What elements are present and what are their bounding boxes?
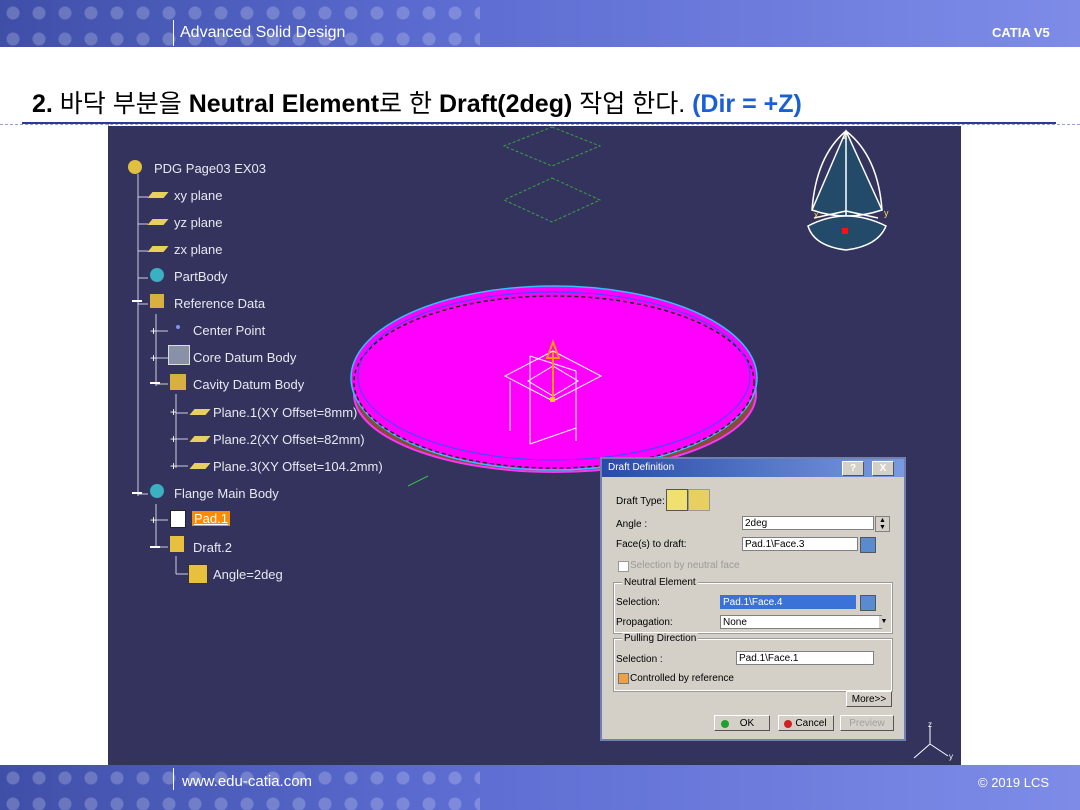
header-separator (173, 20, 174, 46)
draft-type-variable-icon[interactable] (688, 489, 710, 511)
point-icon (176, 325, 180, 329)
propagation-select[interactable]: None (720, 615, 882, 629)
geometrical-set-icon (150, 294, 164, 308)
expand-icon[interactable]: + (170, 406, 180, 418)
cancel-label: Cancel (795, 718, 827, 729)
tree-item-angle-param[interactable]: Angle=2deg (213, 567, 283, 582)
pulling-direction-label: Pulling Direction (622, 633, 699, 644)
tree-item-yz-plane[interactable]: yz plane (174, 215, 222, 230)
collapse-icon[interactable] (132, 492, 142, 494)
tree-item-center-point[interactable]: Center Point (193, 323, 265, 338)
tree-item-plane3[interactable]: Plane.3(XY Offset=104.2mm) (213, 459, 383, 474)
pulling-selection-label: Selection : (616, 654, 663, 665)
neutral-selection-label: Selection: (616, 597, 660, 608)
title-part: 바닥 부분을 (52, 90, 189, 118)
product-name: CATIA V5 (992, 25, 1050, 40)
tree-item-plane2[interactable]: Plane.2(XY Offset=82mm) (213, 432, 365, 447)
faces-label: Face(s) to draft: (616, 539, 687, 550)
expand-icon[interactable]: + (170, 460, 180, 472)
draft-definition-dialog: Draft Definition ? X Draft Type: Angle :… (600, 457, 906, 741)
tree-item-core-datum-body[interactable]: Core Datum Body (193, 350, 296, 365)
header-bar: Advanced Solid Design CATIA V5 (0, 0, 1080, 47)
pad-icon (170, 510, 186, 528)
controlled-checkbox-label: Controlled by reference (630, 673, 734, 684)
compass-z-label: z (843, 131, 848, 141)
draft-icon (170, 536, 184, 552)
expand-icon[interactable]: + (170, 433, 180, 445)
tree-item-reference-data[interactable]: Reference Data (174, 296, 265, 311)
propagation-label: Propagation: (616, 617, 673, 628)
footer-bar: www.edu-catia.com © 2019 LCS (0, 765, 1080, 810)
title-keyword: Neutral Element (188, 90, 380, 118)
dialog-titlebar[interactable]: Draft Definition ? X (602, 459, 904, 477)
preview-button[interactable]: Preview (840, 715, 894, 731)
faces-field[interactable]: Pad.1\Face.3 (742, 537, 858, 551)
help-button[interactable]: ? (842, 461, 864, 476)
compass-y-label: y (884, 208, 889, 218)
title-direction: (Dir = +Z) (692, 90, 802, 118)
tree-item-xy-plane[interactable]: xy plane (174, 188, 222, 203)
geometrical-set-icon (170, 374, 186, 390)
axis-y-label: y (949, 752, 953, 761)
neutral-selection-field[interactable]: Pad.1\Face.4 (720, 595, 856, 609)
ok-button[interactable]: OK (714, 715, 770, 731)
title-part: 로 한 (379, 90, 439, 118)
tree-item-plane1[interactable]: Plane.1(XY Offset=8mm) (213, 405, 357, 420)
expand-icon[interactable]: + (150, 514, 160, 526)
controlled-checkbox[interactable] (618, 673, 629, 684)
tree-item-zx-plane[interactable]: zx plane (174, 242, 222, 257)
tree-item-partbody[interactable]: PartBody (174, 269, 227, 284)
expand-icon[interactable]: + (150, 325, 160, 337)
selection-list-icon[interactable] (860, 595, 876, 611)
draft-type-label: Draft Type: (616, 496, 665, 507)
body-icon (150, 484, 164, 498)
close-button[interactable]: X (872, 461, 894, 476)
ok-label: OK (739, 718, 755, 729)
collapse-icon[interactable] (150, 382, 160, 384)
reference-planes (502, 126, 602, 223)
angle-spinner-icon[interactable]: ▲ ▼ (875, 516, 890, 532)
course-title: Advanced Solid Design (180, 24, 346, 41)
cancel-button[interactable]: Cancel (778, 715, 834, 731)
compass-graphic (807, 129, 887, 251)
gear-icon (150, 268, 164, 282)
tree-root[interactable]: PDG Page03 EX03 (154, 161, 266, 176)
title-part: 작업 한다. (572, 90, 693, 118)
tree-item-draft2[interactable]: Draft.2 (193, 540, 232, 555)
axis-triad-graphic (913, 726, 949, 759)
compass-x-label: x (814, 210, 819, 220)
parameter-icon (188, 564, 208, 584)
footer-website[interactable]: www.edu-catia.com (182, 773, 312, 790)
cancel-icon (784, 720, 792, 728)
axis-z-label: z (928, 720, 932, 729)
title-number: 2. (32, 90, 53, 118)
selection-list-icon[interactable] (860, 537, 876, 553)
angle-label: Angle : (616, 519, 648, 530)
more-button[interactable]: More>> (846, 691, 892, 707)
tree-item-pad1-selected[interactable]: Pad.1 (192, 511, 230, 526)
footer-separator (173, 768, 174, 790)
collapse-icon[interactable] (132, 300, 142, 302)
draft-type-constant-icon[interactable] (666, 489, 688, 511)
tree-item-flange-main-body[interactable]: Flange Main Body (174, 486, 279, 501)
pulling-selection-field[interactable]: Pad.1\Face.1 (736, 651, 874, 665)
neutral-element-label: Neutral Element (622, 577, 698, 588)
product-icon (128, 160, 142, 174)
guide-line (0, 124, 1080, 125)
neutral-face-checkbox[interactable] (618, 561, 629, 572)
angle-field[interactable]: 2deg (742, 516, 874, 530)
title-keyword: Draft(2deg) (438, 90, 573, 118)
page-title: 2. 바닥 부분을 Neutral Element로 한 Draft(2deg)… (32, 84, 802, 120)
ok-icon (721, 720, 729, 728)
dialog-title: Draft Definition (608, 462, 675, 473)
tree-item-cavity-datum-body[interactable]: Cavity Datum Body (193, 377, 304, 392)
chevron-down-icon[interactable]: ▼ (879, 616, 889, 628)
collapse-icon[interactable] (150, 546, 160, 548)
expand-icon[interactable]: + (150, 352, 160, 364)
neutral-face-checkbox-label: Selection by neutral face (630, 560, 740, 571)
footer-copyright: © 2019 LCS (978, 775, 1050, 790)
body-icon (168, 345, 190, 365)
